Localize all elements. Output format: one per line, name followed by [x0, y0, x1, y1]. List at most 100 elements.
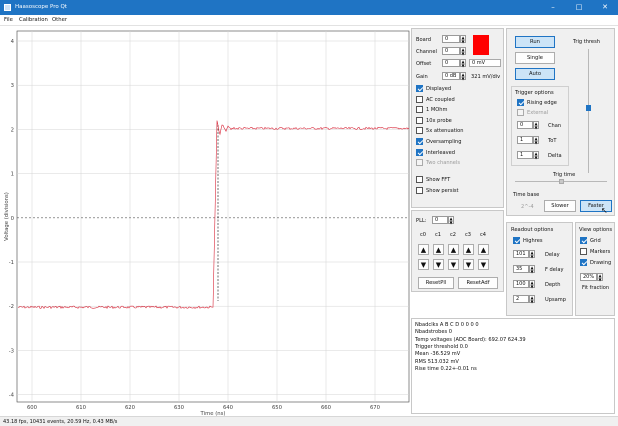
- offset-spin-arrows-icon[interactable]: ▲ ▼: [460, 59, 466, 67]
- upsamp-spinbox[interactable]: 2: [513, 295, 529, 303]
- trig-thresh-slider-handle[interactable]: [586, 105, 591, 111]
- title-bar: Haasoscope Pro Qt – □ ✕: [0, 0, 618, 15]
- menu-calibration[interactable]: Calibration: [19, 17, 48, 23]
- depth-spin-arrows-icon[interactable]: ▲ ▼: [529, 280, 535, 288]
- delay-spin-arrows-icon[interactable]: ▲ ▼: [529, 250, 535, 258]
- menu-file[interactable]: File: [4, 17, 13, 23]
- delta-spinbox[interactable]: 1: [517, 151, 533, 159]
- channel-option-checkbox[interactable]: [416, 106, 423, 114]
- tot-spin-arrows-icon[interactable]: ▲ ▼: [533, 136, 539, 144]
- external-checkbox[interactable]: [517, 109, 524, 116]
- pll-down-arrow-icon[interactable]: ▼: [478, 259, 489, 270]
- depth-label: Depth: [545, 282, 561, 288]
- close-icon[interactable]: ✕: [592, 0, 618, 15]
- y-tick-label: 3: [11, 83, 14, 89]
- auto-button[interactable]: Auto: [515, 68, 555, 80]
- menu-other[interactable]: Other: [52, 17, 67, 23]
- grid-checkbox[interactable]: [580, 237, 587, 244]
- channel-option-checkbox[interactable]: [416, 138, 423, 145]
- info-line: Nbadclks A B C D 0 0 0 0: [415, 322, 479, 328]
- trigger-chan-spin-arrows-icon[interactable]: ▲ ▼: [533, 121, 539, 129]
- readout-options-panel: Readout options Highres 101 ▲ ▼ Delay 35 …: [506, 222, 573, 316]
- gain-spinbox[interactable]: 0 dB: [442, 72, 460, 80]
- trig-thresh-slider-track[interactable]: [588, 49, 589, 173]
- highres-checkbox[interactable]: [513, 237, 520, 244]
- single-button[interactable]: Single: [515, 52, 555, 64]
- board-label: Board: [416, 37, 431, 43]
- reset-adf-button[interactable]: ResetAdf: [458, 277, 498, 289]
- delta-spin-arrows-icon[interactable]: ▲ ▼: [533, 151, 539, 159]
- delay-spinbox[interactable]: 101: [513, 250, 529, 258]
- external-label: External: [527, 110, 549, 116]
- channel-color-swatch[interactable]: [473, 35, 489, 55]
- fit-fraction-label: Fit fraction: [582, 285, 610, 291]
- depth-spinbox[interactable]: 100: [513, 280, 529, 288]
- trig-thresh-label: Trig thresh: [573, 39, 600, 45]
- trig-time-slider-handle[interactable]: [559, 179, 564, 184]
- y-tick-label: -2: [9, 304, 14, 310]
- markers-checkbox[interactable]: [580, 248, 587, 255]
- channel-option-label: 5x attenuation: [426, 128, 464, 135]
- channel-option-label: Displayed: [426, 86, 452, 92]
- channel-option-label: Two channels: [426, 160, 460, 167]
- fdelay-spin-arrows-icon[interactable]: ▲ ▼: [529, 265, 535, 273]
- app-icon: [4, 4, 11, 11]
- info-line: Temp voltages (ADC Board): 692.07 624.39: [415, 336, 526, 343]
- channel-option-checkbox[interactable]: [416, 116, 423, 124]
- board-spinbox[interactable]: 0: [442, 35, 460, 43]
- pll-column-label: c3: [465, 232, 472, 238]
- pll-up-arrow-icon[interactable]: ▲: [418, 244, 429, 255]
- rising-edge-checkbox[interactable]: [517, 99, 524, 106]
- pll-up-arrow-icon[interactable]: ▲: [478, 244, 489, 255]
- upsamp-spin-arrows-icon[interactable]: ▲ ▼: [529, 295, 535, 303]
- pll-up-arrow-icon[interactable]: ▲: [448, 244, 459, 255]
- fdelay-spinbox[interactable]: 35: [513, 265, 529, 273]
- trigger-chan-spinbox[interactable]: 0: [517, 121, 533, 129]
- menu-bar: File Calibration Other: [0, 15, 618, 26]
- pll-down-arrow-icon[interactable]: ▼: [448, 259, 459, 270]
- channel-option-checkbox[interactable]: [416, 127, 423, 135]
- channel-spinbox[interactable]: 0: [442, 47, 460, 55]
- offset-spinbox[interactable]: 0: [442, 59, 460, 67]
- pll-spin-arrows-icon[interactable]: ▲ ▼: [448, 216, 454, 224]
- plot-canvas[interactable]: 600 610 620 630 640 650 660 67043210-1-2-3-4Tim…: [0, 27, 410, 417]
- tot-spinbox[interactable]: 1: [517, 136, 533, 144]
- y-axis-label: Voltage (divisions): [4, 192, 10, 241]
- pll-down-arrow-icon[interactable]: ▼: [433, 259, 444, 270]
- show-fft-label: Show FFT: [426, 177, 451, 183]
- trigger-options-title: Trigger options: [515, 90, 554, 96]
- channel-option-checkbox[interactable]: [416, 85, 423, 92]
- info-text-box[interactable]: Nbadclks A B C D 0 0 0 0 Nbadstrobes 0 Tem…: [411, 318, 615, 414]
- minimize-icon[interactable]: –: [540, 0, 566, 15]
- y-tick-label: -3: [9, 348, 14, 354]
- gain-spin-arrows-icon[interactable]: ▲ ▼: [460, 72, 466, 80]
- channel-option-label: 10x probe: [426, 117, 452, 124]
- maximize-icon[interactable]: □: [566, 0, 592, 15]
- pll-panel: PLL: 0 ▲ ▼ ResetPll ResetAdf c0 ▲ ▼ c1 ▲ ▼ c2 ▲ ▼…: [411, 210, 504, 292]
- channel-option-checkbox[interactable]: [416, 148, 423, 156]
- slower-button[interactable]: Slower: [544, 200, 576, 212]
- board-spin-arrows-icon[interactable]: ▲ ▼: [460, 35, 466, 43]
- fit-fraction-spinbox[interactable]: 20%: [580, 273, 597, 281]
- pll-down-arrow-icon[interactable]: ▼: [463, 259, 474, 270]
- run-button[interactable]: Run: [515, 36, 555, 48]
- x-tick-label: 600: [27, 405, 38, 411]
- status-bar: 43.18 fps, 10431 events, 20.59 Hz, 0.43 …: [0, 416, 618, 426]
- upsamp-label: Upsamp: [545, 297, 566, 303]
- pll-up-arrow-icon[interactable]: ▲: [463, 244, 474, 255]
- reset-pll-button[interactable]: ResetPll: [418, 277, 454, 289]
- drawing-checkbox[interactable]: [580, 259, 587, 266]
- show-persist-checkbox[interactable]: [416, 187, 423, 194]
- show-fft-checkbox[interactable]: [416, 176, 423, 183]
- channel-spin-arrows-icon[interactable]: ▲ ▼: [460, 47, 466, 55]
- view-options-panel: View options Grid Markers Drawing 20% ▲ ▼…: [575, 222, 615, 316]
- fit-fraction-spin-arrows-icon[interactable]: ▲ ▼: [597, 273, 603, 281]
- waveform-plot[interactable]: 600 610 620 630 640 650 660 670 4 3 2 1 0 -1 -2 -3 -4 Tim…: [0, 27, 410, 417]
- pll-spinbox[interactable]: 0: [432, 216, 448, 224]
- pll-up-arrow-icon[interactable]: ▲: [433, 244, 444, 255]
- pll-down-arrow-icon[interactable]: ▼: [418, 259, 429, 270]
- channel-option-checkbox[interactable]: [416, 159, 423, 167]
- rising-edge-label: Rising edge: [527, 100, 557, 106]
- highres-label: Highres: [523, 238, 543, 244]
- channel-option-checkbox[interactable]: [416, 95, 423, 103]
